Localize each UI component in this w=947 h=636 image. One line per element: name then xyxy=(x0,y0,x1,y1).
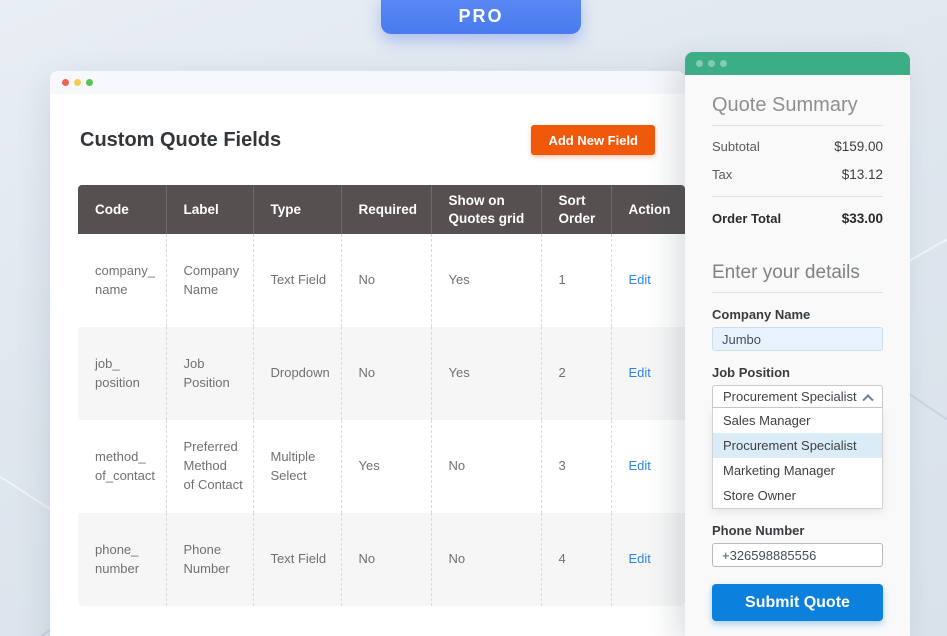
cell-action: Edit xyxy=(611,513,685,606)
custom-quote-fields-window: Custom Quote Fields Add New Field CodeLa… xyxy=(50,71,685,636)
window-close-button[interactable] xyxy=(62,79,69,86)
column-header: Show on Quotes grid xyxy=(431,185,541,234)
panel-window-dot xyxy=(696,60,703,67)
cell-required: No xyxy=(341,513,431,606)
tax-value: $13.12 xyxy=(842,167,883,182)
job-position-selected-value: Procurement Specialist xyxy=(723,389,857,404)
page-title: Custom Quote Fields xyxy=(80,129,281,152)
cell-required: Yes xyxy=(341,420,431,513)
cell-code: company_ name xyxy=(78,234,166,327)
table-row: phone_ numberPhone NumberText FieldNoNo4… xyxy=(78,513,685,606)
quote-fields-table: CodeLabelTypeRequiredShow on Quotes grid… xyxy=(78,185,685,606)
cell-label: Company Name xyxy=(166,234,253,327)
cell-sort-order: 4 xyxy=(541,513,611,606)
panel-titlebar xyxy=(685,52,910,75)
divider xyxy=(712,292,883,293)
subtotal-row: Subtotal $159.00 xyxy=(712,139,883,154)
edit-link[interactable]: Edit xyxy=(629,551,651,566)
column-header: Action xyxy=(611,185,685,234)
edit-link[interactable]: Edit xyxy=(629,272,651,287)
divider xyxy=(712,125,883,126)
cell-code: phone_ number xyxy=(78,513,166,606)
cell-label: Preferred Method of Contact xyxy=(166,420,253,513)
column-header: Required xyxy=(341,185,431,234)
cell-sort-order: 3 xyxy=(541,420,611,513)
window-zoom-button[interactable] xyxy=(86,79,93,86)
company-name-input[interactable] xyxy=(712,327,883,351)
job-position-option[interactable]: Procurement Specialist xyxy=(713,433,882,458)
edit-link[interactable]: Edit xyxy=(629,365,651,380)
order-total-value: $33.00 xyxy=(842,211,883,226)
chevron-up-icon xyxy=(862,394,873,405)
column-header: Sort Order xyxy=(541,185,611,234)
order-total-row: Order Total $33.00 xyxy=(712,211,883,226)
cell-code: method_ of_contact xyxy=(78,420,166,513)
job-position-option[interactable]: Store Owner xyxy=(713,483,882,508)
cell-show-on-grid: No xyxy=(431,513,541,606)
window-minimize-button[interactable] xyxy=(74,79,81,86)
cell-type: Text Field xyxy=(253,234,341,327)
cell-type: Dropdown xyxy=(253,327,341,420)
cell-code: job_ position xyxy=(78,327,166,420)
quote-summary-panel: Quote Summary Subtotal $159.00 Tax $13.1… xyxy=(685,52,910,636)
pro-badge-label: PRO xyxy=(458,0,503,27)
enter-details-title: Enter your details xyxy=(712,262,883,284)
cell-show-on-grid: No xyxy=(431,420,541,513)
order-total-label: Order Total xyxy=(712,211,781,226)
add-new-field-button[interactable]: Add New Field xyxy=(531,125,655,155)
cell-sort-order: 2 xyxy=(541,327,611,420)
pro-badge: PRO xyxy=(381,0,581,34)
phone-number-input[interactable] xyxy=(712,543,883,567)
job-position-options-list: Sales ManagerProcurement SpecialistMarke… xyxy=(712,408,883,509)
column-header: Code xyxy=(78,185,166,234)
cell-action: Edit xyxy=(611,420,685,513)
cell-action: Edit xyxy=(611,234,685,327)
cell-sort-order: 1 xyxy=(541,234,611,327)
subtotal-label: Subtotal xyxy=(712,139,760,154)
divider xyxy=(712,196,883,197)
quote-summary-title: Quote Summary xyxy=(712,94,883,117)
tax-row: Tax $13.12 xyxy=(712,167,883,182)
column-header: Type xyxy=(253,185,341,234)
panel-window-dot xyxy=(720,60,727,67)
cell-show-on-grid: Yes xyxy=(431,327,541,420)
table-row: method_ of_contactPreferred Method of Co… xyxy=(78,420,685,513)
job-position-label: Job Position xyxy=(712,365,883,380)
cell-required: No xyxy=(341,234,431,327)
window-titlebar xyxy=(50,71,685,94)
subtotal-value: $159.00 xyxy=(834,139,883,154)
table-header-row: CodeLabelTypeRequiredShow on Quotes grid… xyxy=(78,185,685,234)
cell-action: Edit xyxy=(611,327,685,420)
panel-window-dot xyxy=(708,60,715,67)
cell-label: Job Position xyxy=(166,327,253,420)
cell-type: Multiple Select xyxy=(253,420,341,513)
job-position-option[interactable]: Sales Manager xyxy=(713,408,882,433)
tax-label: Tax xyxy=(712,167,732,182)
table-row: company_ nameCompany NameText FieldNoYes… xyxy=(78,234,685,327)
phone-number-label: Phone Number xyxy=(712,523,883,538)
company-name-label: Company Name xyxy=(712,307,883,322)
cell-type: Text Field xyxy=(253,513,341,606)
cell-show-on-grid: Yes xyxy=(431,234,541,327)
job-position-select[interactable]: Procurement Specialist xyxy=(712,385,883,408)
cell-label: Phone Number xyxy=(166,513,253,606)
edit-link[interactable]: Edit xyxy=(629,458,651,473)
job-position-option[interactable]: Marketing Manager xyxy=(713,458,882,483)
table-row: job_ positionJob PositionDropdownNoYes2 E… xyxy=(78,327,685,420)
column-header: Label xyxy=(166,185,253,234)
submit-quote-button[interactable]: Submit Quote xyxy=(712,584,883,621)
cell-required: No xyxy=(341,327,431,420)
